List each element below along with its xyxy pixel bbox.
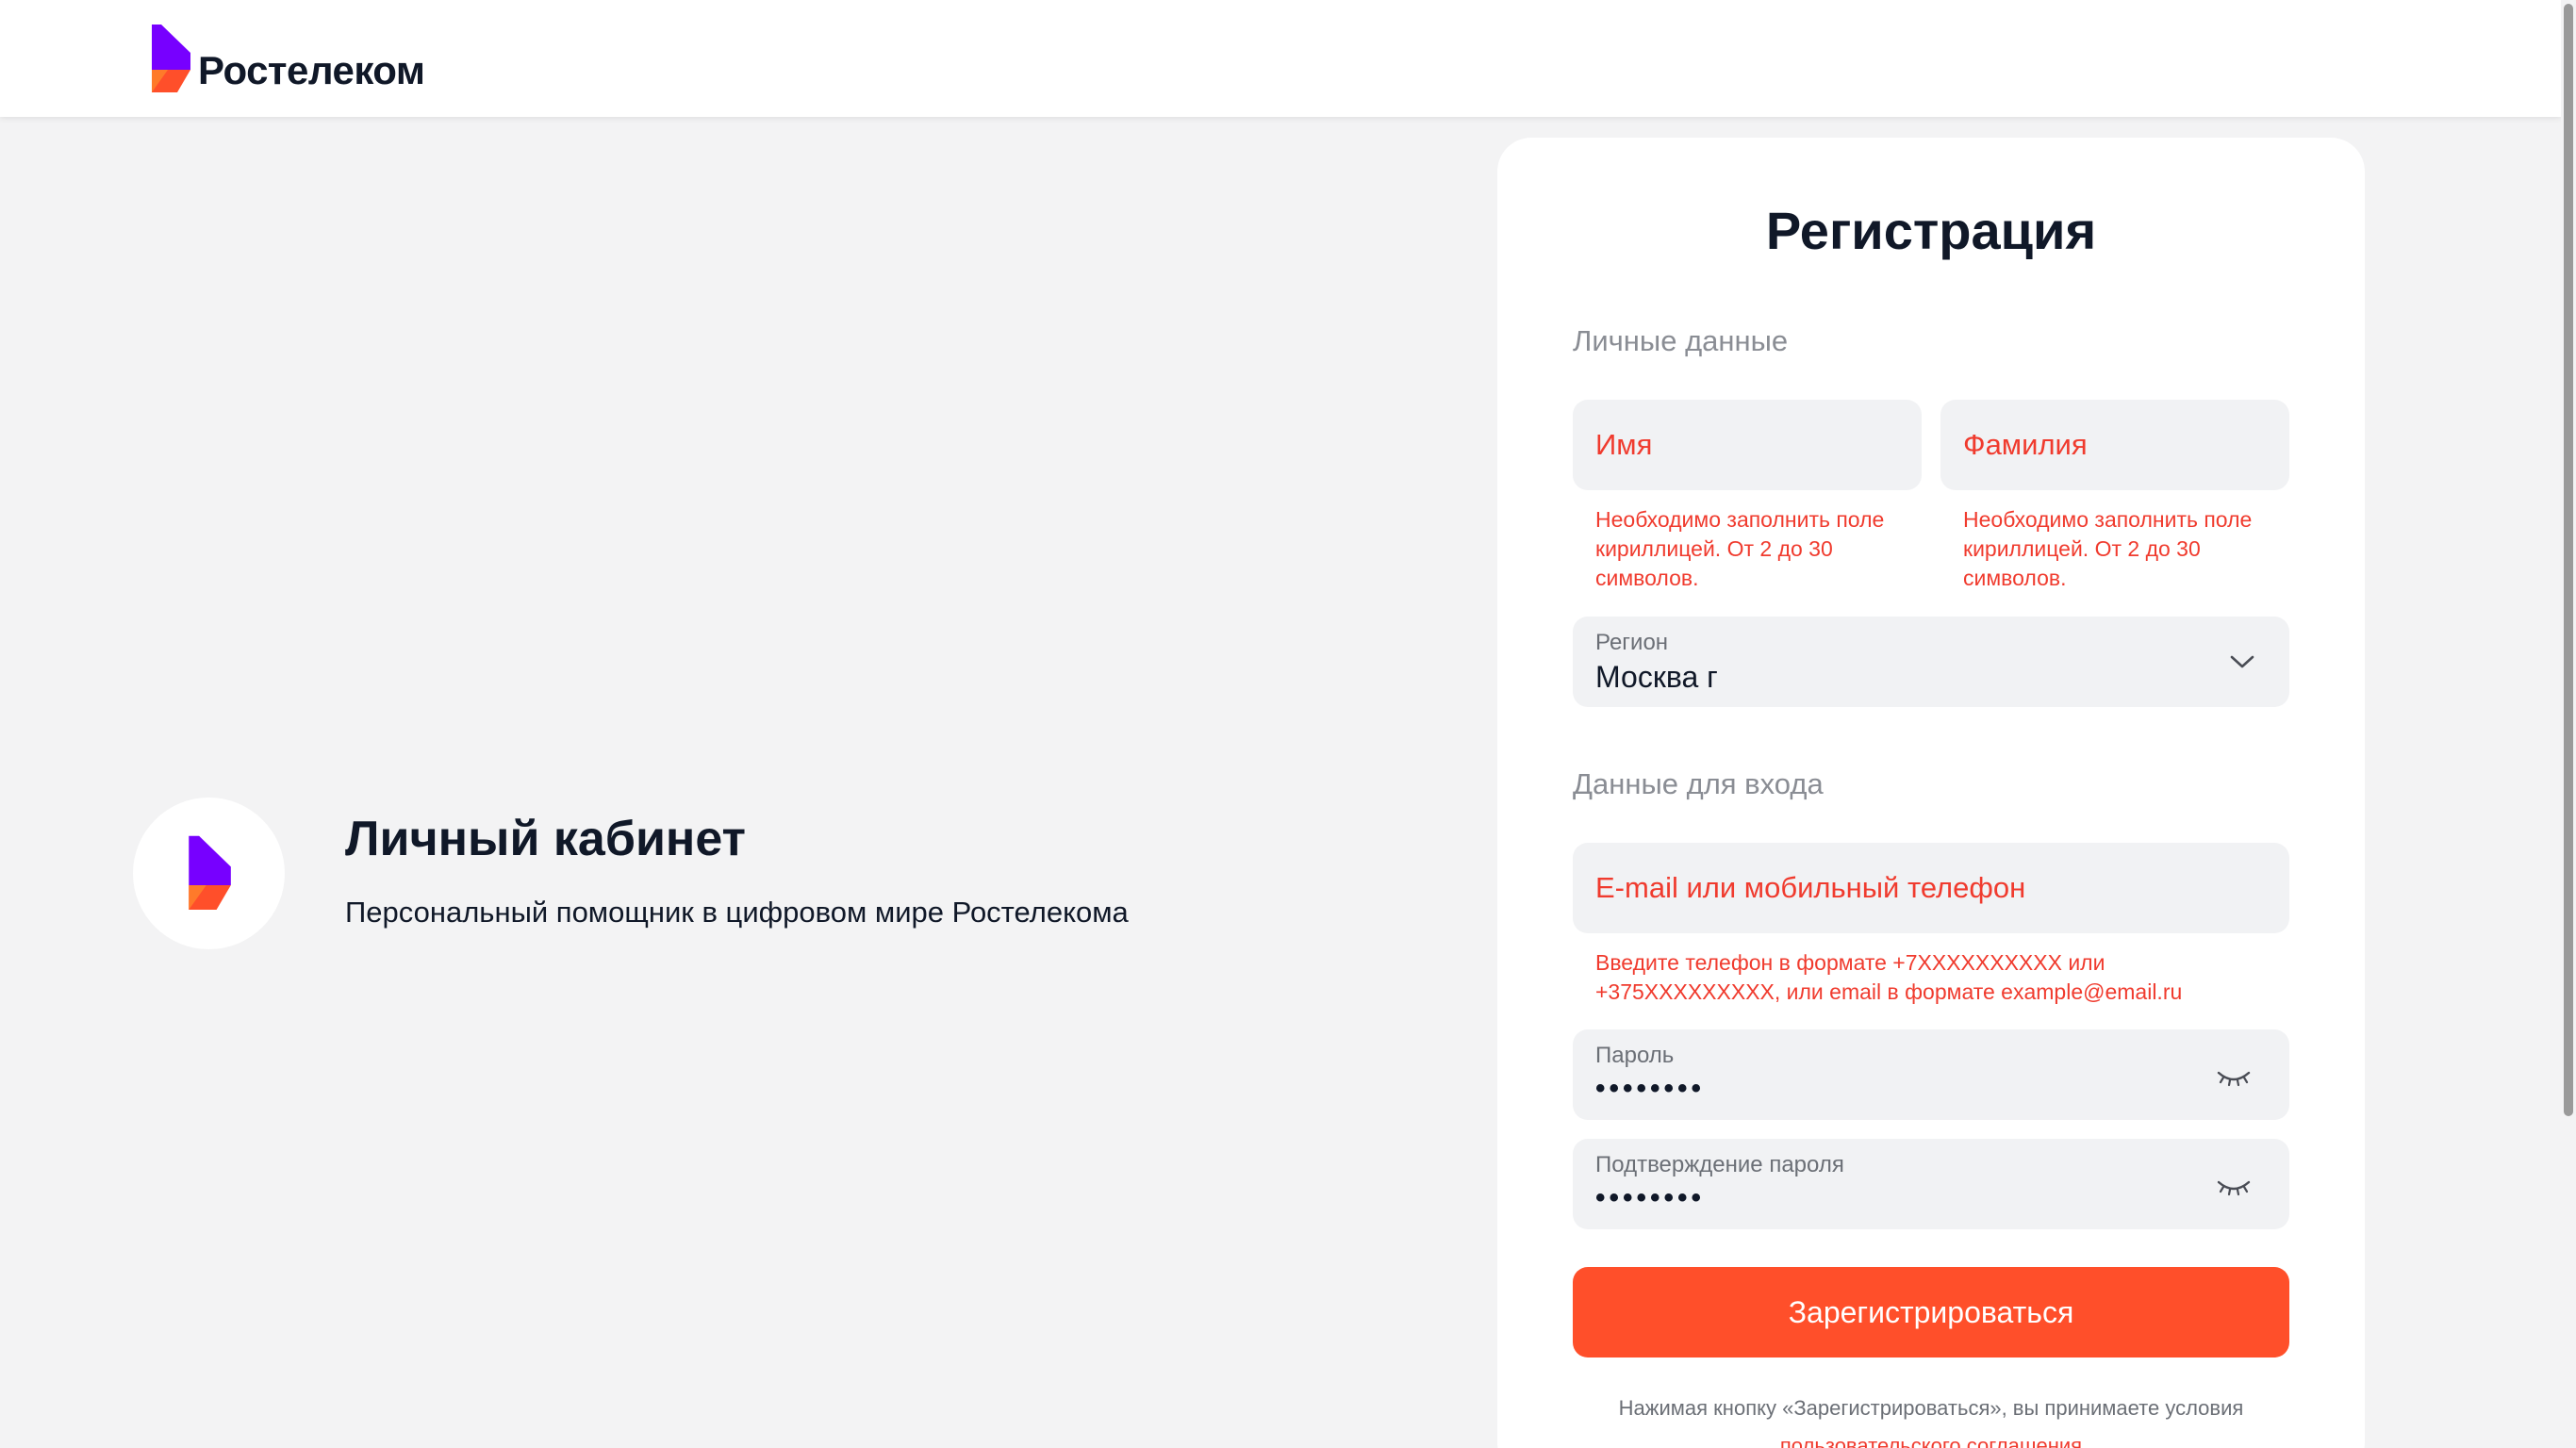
page: Ростелеком Личный кабинет Персональный п… [0,0,2576,1448]
personal-data-heading: Личные данные [1573,324,1789,357]
login-placeholder: E-mail или мобильный телефон [1595,871,2026,904]
registration-title: Регистрация [1765,201,2097,260]
last-name-field[interactable]: Фамилия [1940,400,2289,490]
first-name-error: Необходимо заполнить поле кириллицей. От… [1595,507,1885,590]
user-agreement-link[interactable]: пользовательского соглашения [1780,1434,2082,1448]
password-field[interactable]: Пароль •••••••• [1573,1029,2289,1120]
region-value: Москва г [1595,660,1718,694]
promo-subtitle: Персональный помощник в цифровом мире Ро… [345,896,1129,929]
legal-notice: Нажимая кнопку «Зарегистрироваться», вы … [1535,1390,2327,1448]
login-error: Введите телефон в формате +7XXXXXXXXXX и… [1595,950,2183,1004]
last-name-placeholder: Фамилия [1963,428,2088,461]
header: Ростелеком [0,0,2561,117]
chevron-down-icon[interactable] [2229,652,2255,671]
password-confirm-value: •••••••• [1595,1182,1706,1213]
promo-logo-badge [133,798,285,949]
eye-closed-icon[interactable] [2216,1063,2252,1090]
registration-card: Регистрация Личные данные Имя Необходимо… [1497,138,2365,1448]
first-name-field[interactable]: Имя [1573,400,1922,490]
scrollbar-thumb[interactable] [2564,4,2573,1116]
register-button[interactable]: Зарегистрироваться [1573,1267,2289,1358]
eye-closed-icon[interactable] [2216,1173,2252,1199]
first-name-placeholder: Имя [1595,428,1653,461]
login-data-heading: Данные для входа [1573,767,1824,800]
password-confirm-label: Подтверждение пароля [1595,1152,1844,1177]
login-field[interactable]: E-mail или мобильный телефон [1573,843,2289,933]
page-scrollbar[interactable] [2561,0,2576,1448]
rostelecom-logo-icon [152,25,190,92]
rostelecom-logo-icon [188,835,231,910]
password-confirm-field[interactable]: Подтверждение пароля •••••••• [1573,1139,2289,1229]
region-select[interactable]: Регион Москва г [1573,617,2289,707]
brand-name: Ростелеком [198,48,425,92]
password-value: •••••••• [1595,1073,1706,1104]
brand-logo[interactable]: Ростелеком [149,25,425,94]
last-name-error: Необходимо заполнить поле кириллицей. От… [1963,507,2253,590]
password-label: Пароль [1595,1043,1675,1068]
region-label: Регион [1595,630,1669,655]
promo-title: Личный кабинет [345,812,747,866]
legal-text: Нажимая кнопку «Зарегистрироваться», вы … [1618,1396,2244,1420]
